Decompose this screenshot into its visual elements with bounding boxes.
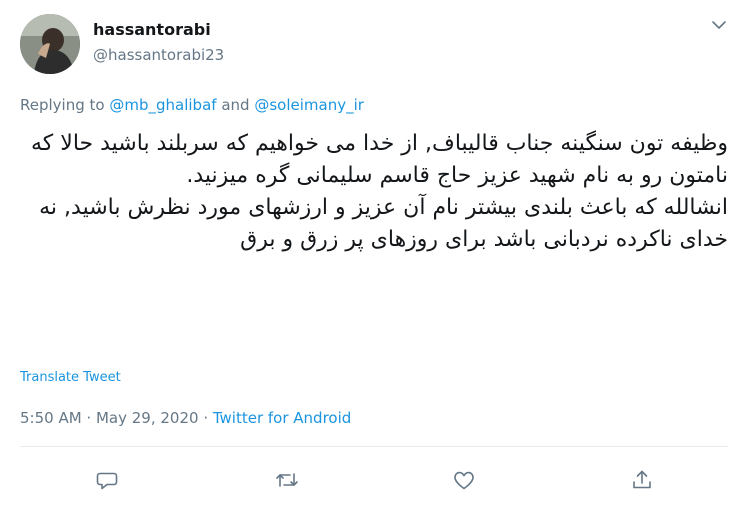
tweet-date[interactable]: May 29, 2020 — [96, 409, 199, 427]
replying-to-conjunction: and — [221, 96, 250, 114]
retweet-icon — [276, 473, 298, 487]
tweet-meta: 5:50 AM · May 29, 2020 · Twitter for And… — [20, 409, 351, 427]
tweet-paragraph: انشالله که باعث بلندی بیشتر نام آن عزیز … — [39, 195, 728, 252]
meta-separator: · — [81, 409, 96, 427]
tweet-time[interactable]: 5:50 AM — [20, 409, 82, 427]
avatar[interactable] — [20, 14, 80, 74]
mention-link[interactable]: @soleimany_ir — [254, 96, 364, 114]
meta-separator: · — [198, 409, 213, 427]
like-button[interactable] — [452, 468, 476, 492]
reply-icon — [96, 472, 118, 490]
more-options-button[interactable] — [709, 15, 729, 35]
tweet-text: وظیفه تون سنگینه جناب قالیباف, از خدا می… — [20, 128, 728, 256]
tweet-source-link[interactable]: Twitter for Android — [213, 409, 351, 427]
share-icon — [633, 470, 651, 489]
translate-tweet-link[interactable]: Translate Tweet — [20, 370, 121, 385]
avatar-photo — [20, 14, 80, 74]
retweet-button[interactable] — [275, 468, 299, 492]
reply-button[interactable] — [95, 468, 119, 492]
display-name[interactable]: hassantorabi — [93, 20, 211, 39]
divider — [20, 446, 728, 447]
tweet-paragraph: وظیفه تون سنگینه جناب قالیباف, از خدا می… — [31, 131, 728, 188]
replying-to-label: Replying to — [20, 96, 105, 114]
mention-link[interactable]: @mb_ghalibaf — [109, 96, 216, 114]
user-handle[interactable]: @hassantorabi23 — [93, 46, 224, 64]
like-icon — [454, 471, 474, 490]
chevron-down-icon — [712, 21, 726, 29]
share-button[interactable] — [630, 468, 654, 492]
replying-to-line: Replying to @mb_ghalibaf and @soleimany_… — [20, 96, 364, 114]
